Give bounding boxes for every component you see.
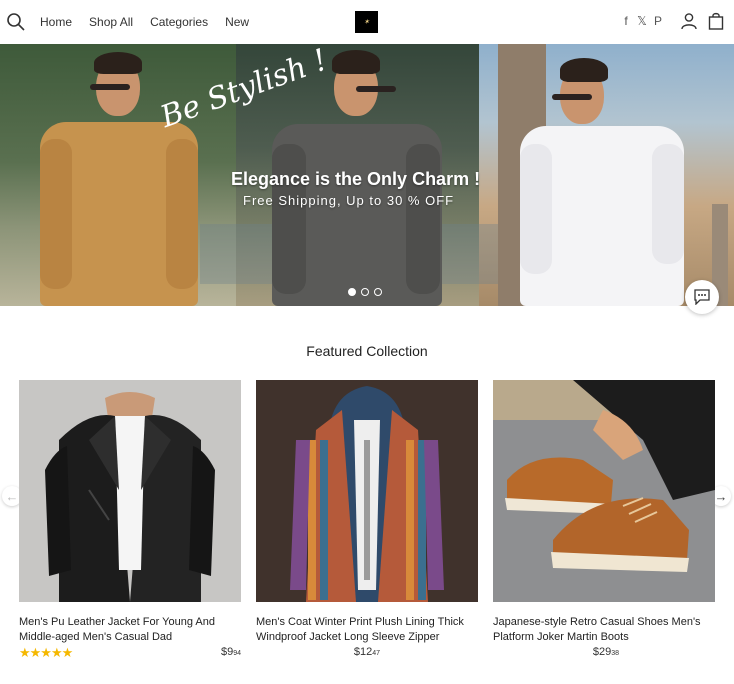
- product-name[interactable]: Japanese-style Retro Casual Shoes Men's …: [493, 615, 715, 645]
- product-price: $1247: [353, 646, 380, 658]
- product-image-leather-jacket[interactable]: [19, 380, 241, 602]
- slide-dot-2[interactable]: [361, 288, 369, 296]
- hero-headline: Elegance is the Only Charm !: [231, 169, 481, 189]
- search-icon[interactable]: [6, 12, 26, 32]
- nav-new[interactable]: New: [225, 15, 249, 29]
- product-price: $2938: [592, 646, 619, 658]
- nav-home[interactable]: Home: [40, 15, 72, 29]
- chevron-left-icon: ←: [5, 488, 19, 504]
- chat-button[interactable]: [685, 280, 719, 314]
- pinterest-icon[interactable]: P: [653, 14, 663, 28]
- main-nav: Home Shop All Categories New: [40, 15, 249, 29]
- product-name[interactable]: Men's Pu Leather Jacket For Young And Mi…: [19, 615, 241, 645]
- social-links: f 𝕏 P: [621, 14, 663, 28]
- chat-bubble-icon: [694, 289, 710, 305]
- account-icon[interactable]: [680, 12, 698, 30]
- featured-collection-title: Featured Collection: [306, 343, 428, 359]
- nav-categories[interactable]: Categories: [150, 15, 208, 29]
- site-header: Home Shop All Categories New ✶ f 𝕏 P: [0, 0, 734, 44]
- nav-shop-all[interactable]: Shop All: [89, 15, 133, 29]
- chevron-right-icon: →: [714, 488, 728, 504]
- rating-stars: ★★★★★: [19, 645, 73, 660]
- cart-bag-icon[interactable]: [708, 12, 724, 30]
- hero-banner[interactable]: Be Stylish ! Elegance is the Only Charm …: [0, 44, 734, 306]
- product-image-winter-coat[interactable]: [256, 380, 478, 602]
- product-image-martin-boots[interactable]: [493, 380, 715, 602]
- x-icon[interactable]: 𝕏: [637, 14, 647, 28]
- product-name[interactable]: Men's Coat Winter Print Plush Lining Thi…: [256, 615, 478, 645]
- facebook-icon[interactable]: f: [621, 14, 631, 28]
- hero-subline: Free Shipping, Up to 30 % OFF: [243, 193, 455, 208]
- logo-mark: ✶: [363, 18, 370, 26]
- hero-slide-dots: [348, 288, 382, 296]
- slide-dot-3[interactable]: [374, 288, 382, 296]
- brand-logo[interactable]: ✶: [355, 11, 378, 33]
- product-price: $994: [220, 646, 241, 658]
- slide-dot-1[interactable]: [348, 288, 356, 296]
